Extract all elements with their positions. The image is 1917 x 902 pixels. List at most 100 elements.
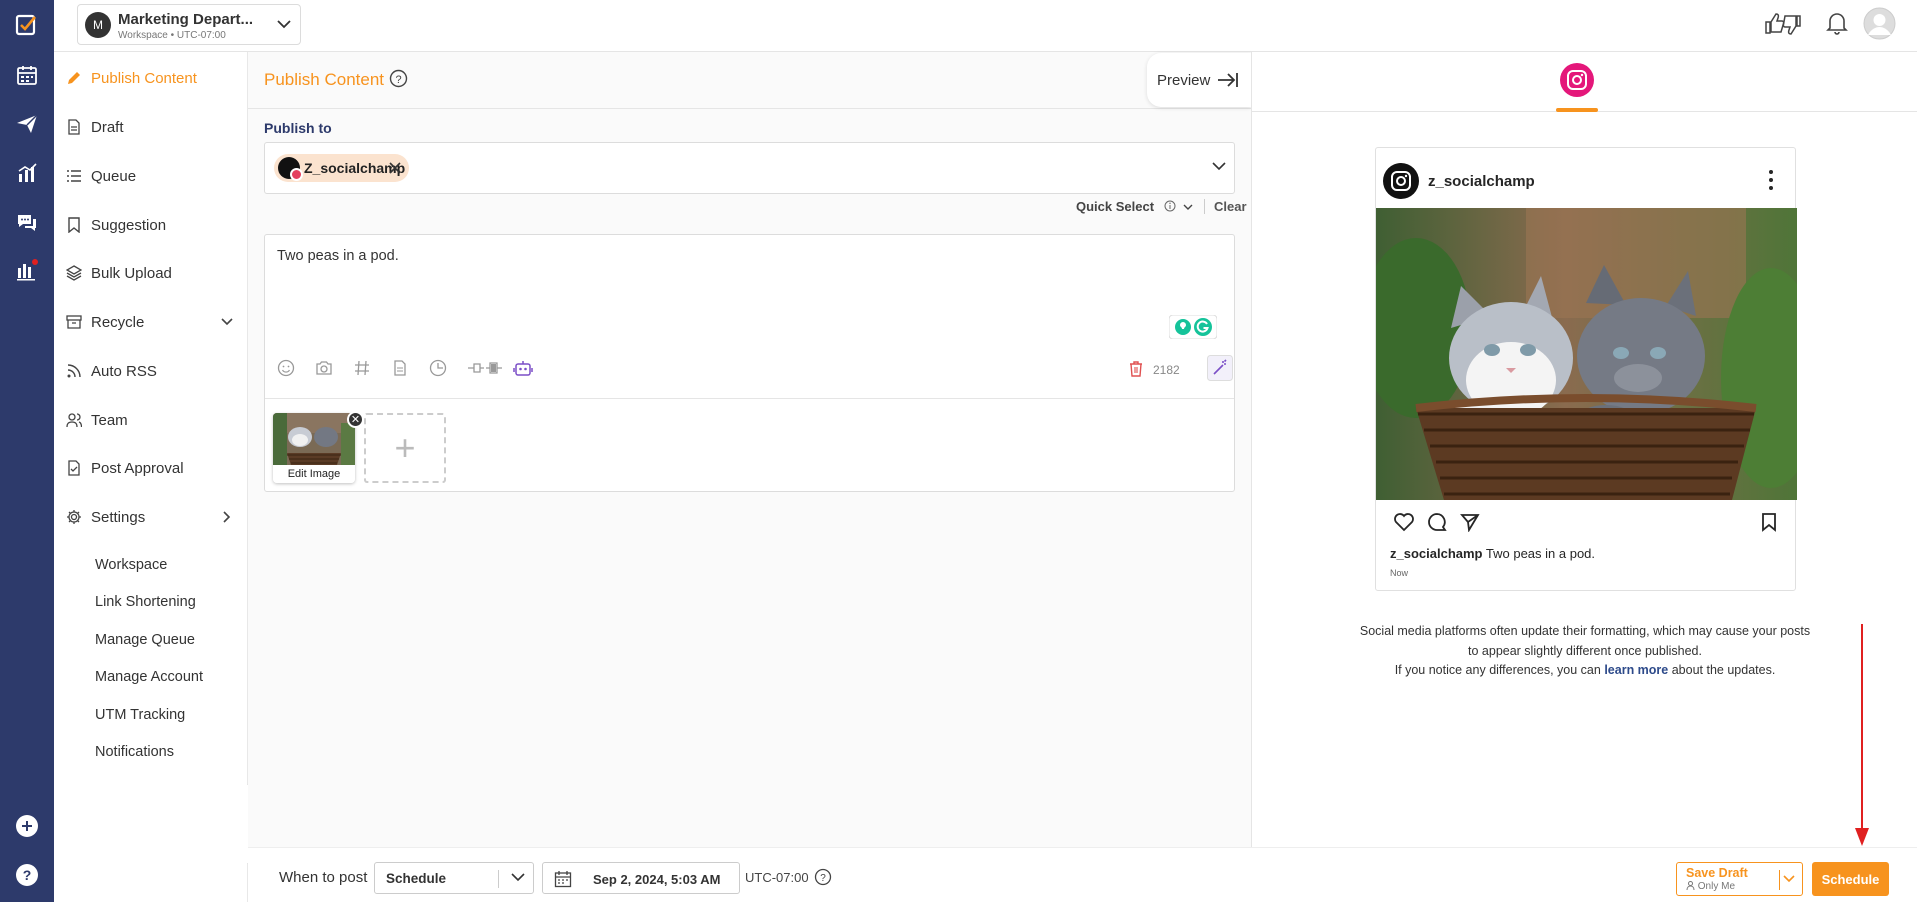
scheduling-bar: When to post Schedule Sep 2, 2024, 5:03 …: [248, 847, 1917, 902]
timezone-label: UTC-07:00: [745, 870, 809, 885]
beta-analytics-icon[interactable]: [13, 256, 41, 284]
post-timestamp: Now: [1390, 568, 1409, 578]
post-mode-select[interactable]: Schedule: [374, 862, 534, 894]
media-thumbnail[interactable]: Edit Image: [273, 413, 355, 483]
time-icon[interactable]: [429, 359, 447, 377]
instagram-tab-icon[interactable]: [1560, 63, 1594, 97]
date-time-picker[interactable]: Sep 2, 2024, 5:03 AM: [542, 862, 740, 894]
gear-icon: [67, 510, 81, 524]
account-selector[interactable]: Z_socialchamp: [264, 142, 1235, 194]
note-line-3-post: about the updates.: [1671, 663, 1776, 677]
schedule-button[interactable]: Schedule: [1812, 862, 1889, 896]
help-icon[interactable]: ?: [13, 861, 41, 889]
help-circle-icon[interactable]: ?: [389, 69, 408, 88]
send-icon[interactable]: [13, 110, 41, 138]
workspace-selector[interactable]: M Marketing Depart... Workspace • UTC-07…: [77, 4, 301, 45]
magic-wand-icon[interactable]: [1207, 355, 1233, 381]
learn-more-link[interactable]: learn more: [1604, 663, 1668, 677]
svg-text:?: ?: [820, 873, 826, 884]
save-draft-sub-label: Only Me: [1697, 881, 1736, 892]
add-icon[interactable]: [13, 812, 41, 840]
instagram-badge-icon: [290, 168, 303, 181]
scheduled-date: Sep 2, 2024, 5:03 AM: [593, 872, 721, 887]
instagram-post-preview: z_socialchamp z_socialchamp Two peas in …: [1375, 147, 1797, 591]
note-line-3: If you notice any differences, you can l…: [1312, 661, 1858, 681]
calendar-icon[interactable]: [13, 61, 41, 89]
preview-username: z_socialchamp: [1428, 173, 1535, 190]
edit-image-label[interactable]: Edit Image: [273, 465, 355, 483]
account-chip: Z_socialchamp: [274, 154, 409, 182]
post-text-input[interactable]: Two peas in a pod.: [277, 248, 399, 264]
trash-icon[interactable]: [1129, 361, 1143, 377]
sidebar-item-publish-content[interactable]: Publish Content: [54, 58, 248, 98]
quick-select-label: Quick Select: [1076, 199, 1155, 214]
logo-icon[interactable]: [13, 11, 41, 39]
chevron-down-icon[interactable]: [1212, 161, 1226, 171]
sidebar-item-draft[interactable]: Draft: [54, 107, 248, 147]
instagram-avatar-icon: [1383, 163, 1419, 199]
sidebar-item-bulk-upload[interactable]: Bulk Upload: [54, 253, 248, 293]
sidebar-item-auto-rss[interactable]: Auto RSS: [54, 351, 248, 391]
assistant-bulb-icon[interactable]: [1169, 315, 1217, 339]
preview-caption: z_socialchamp Two peas in a pod.: [1390, 546, 1595, 561]
clear-button[interactable]: Clear: [1204, 199, 1247, 214]
analytics-icon[interactable]: [13, 159, 41, 187]
quick-select-dropdown[interactable]: Quick Select: [1076, 199, 1193, 214]
svg-text:?: ?: [23, 867, 32, 883]
caption-username: z_socialchamp: [1390, 546, 1483, 561]
template-icon[interactable]: [391, 359, 409, 377]
hashtag-icon[interactable]: [353, 359, 371, 377]
settings-sub-workspace[interactable]: Workspace: [95, 557, 167, 573]
preview-label: Preview: [1157, 71, 1211, 89]
sidebar-item-team[interactable]: Team: [54, 400, 248, 440]
chevron-down-icon: [221, 318, 233, 326]
help-circle-icon[interactable]: ?: [814, 868, 832, 886]
select-divider: [498, 870, 499, 888]
sidebar-item-post-approval[interactable]: Post Approval: [54, 448, 248, 488]
emoji-icon[interactable]: [277, 359, 295, 377]
post-mode-value: Schedule: [386, 871, 447, 886]
top-bar: M Marketing Depart... Workspace • UTC-07…: [54, 0, 1917, 52]
pencil-icon: [68, 72, 80, 84]
add-media-button[interactable]: +: [364, 413, 446, 483]
sidebar-item-suggestion[interactable]: Suggestion: [54, 205, 248, 245]
sidebar-item-recycle[interactable]: Recycle: [54, 302, 248, 342]
share-icon: [1460, 514, 1480, 532]
post-composer: Two peas in a pod. 2182 Edit Image ✕ +: [264, 234, 1235, 492]
close-icon[interactable]: [388, 161, 402, 175]
chevron-down-icon[interactable]: [1783, 875, 1795, 883]
chat-icon[interactable]: [13, 208, 41, 236]
sidebar-item-settings[interactable]: Settings: [54, 497, 248, 537]
users-icon: [66, 413, 82, 428]
settings-sub-manage-queue[interactable]: Manage Queue: [95, 632, 195, 648]
comment-icon: [1428, 513, 1447, 531]
settings-sub-notifications[interactable]: Notifications: [95, 744, 174, 760]
app-rail: ?: [0, 0, 54, 902]
settings-sub-manage-account[interactable]: Manage Account: [95, 669, 203, 685]
remove-media-close-icon[interactable]: ✕: [347, 411, 364, 428]
svg-text:?: ?: [395, 74, 401, 86]
bell-icon[interactable]: [1826, 11, 1848, 35]
settings-sub-link-shortening[interactable]: Link Shortening: [95, 594, 196, 610]
settings-sub-utm-tracking[interactable]: UTM Tracking: [95, 707, 185, 723]
save-draft-button[interactable]: Save Draft Only Me: [1676, 862, 1803, 896]
list-icon: [67, 170, 81, 182]
archive-icon: [66, 315, 82, 329]
feedback-thumbs-icon[interactable]: [1764, 12, 1802, 36]
editor-header: Publish Content ? Preview: [248, 52, 1251, 109]
user-icon: [1686, 881, 1695, 891]
plug-icon[interactable]: [467, 359, 503, 377]
ai-robot-icon[interactable]: [513, 359, 533, 377]
workspace-name: Marketing Depart...: [118, 11, 254, 28]
info-icon: [1164, 200, 1176, 212]
sidebar-item-label: Suggestion: [91, 216, 167, 234]
rss-icon: [67, 364, 81, 378]
arrow-collapse-right-icon: [1218, 73, 1238, 87]
sidebar-item-queue[interactable]: Queue: [54, 156, 248, 196]
preview-toggle-button[interactable]: Preview: [1147, 53, 1251, 107]
save-draft-visibility: Only Me: [1686, 881, 1735, 892]
user-avatar-icon[interactable]: [1863, 7, 1896, 40]
workspace-subtitle: Workspace • UTC-07:00: [118, 30, 226, 41]
camera-icon[interactable]: [315, 359, 333, 377]
layers-icon: [66, 265, 82, 281]
